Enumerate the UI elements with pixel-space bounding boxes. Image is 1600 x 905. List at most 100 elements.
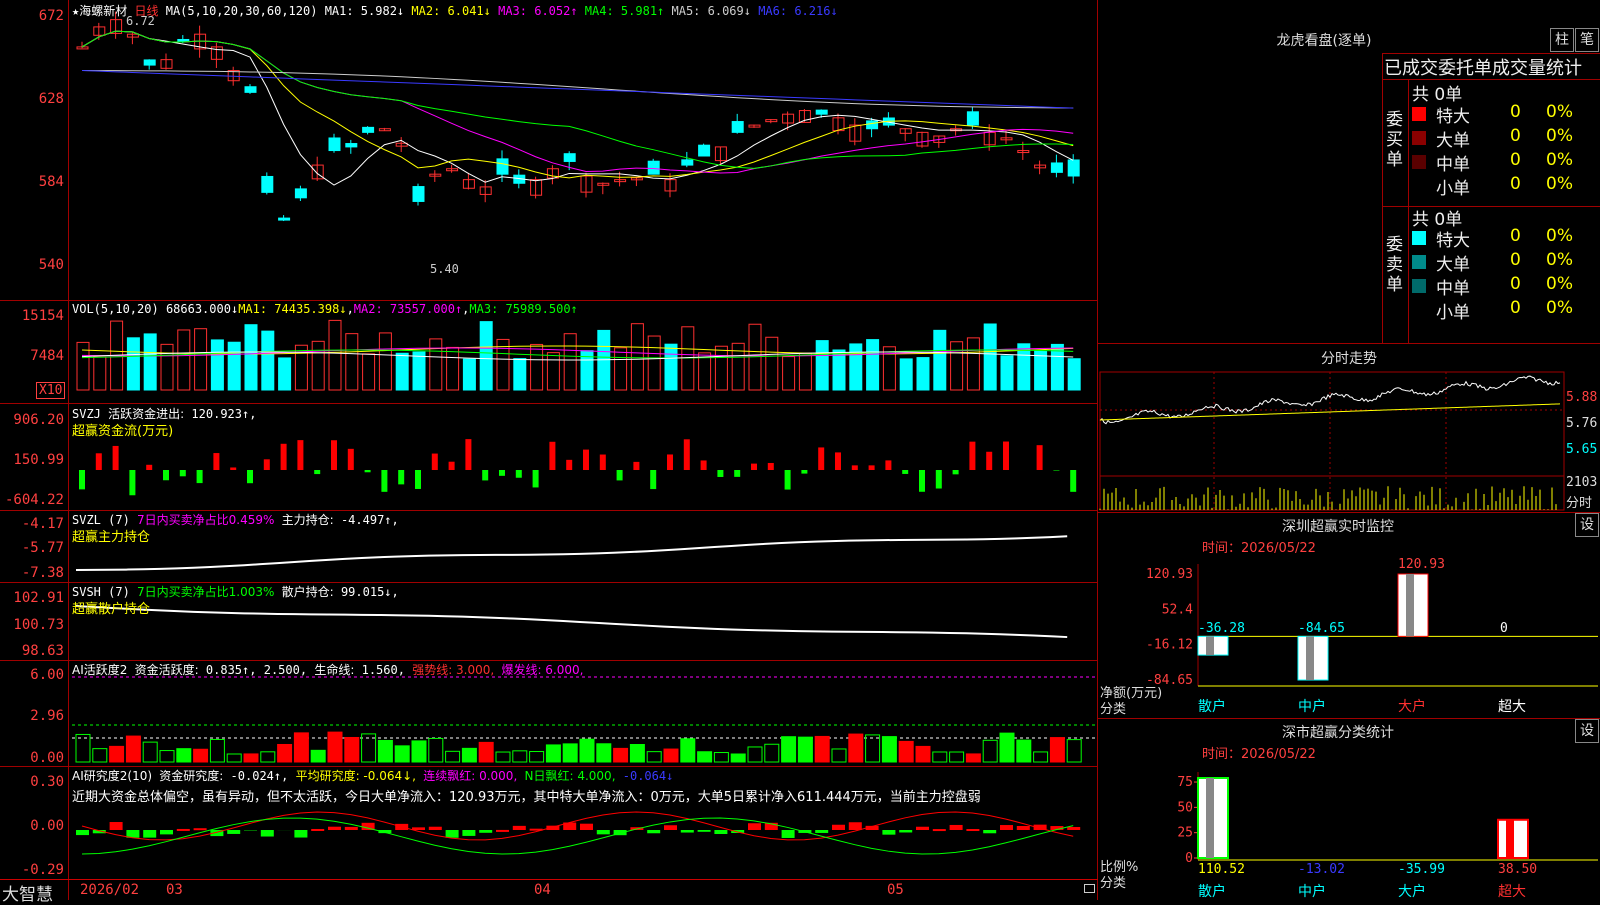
- retail-holding-line: [76, 606, 1067, 637]
- volume-bar: [1068, 359, 1080, 390]
- ai-active-y-label: 2.96: [0, 708, 64, 724]
- research-bar: [294, 830, 307, 838]
- research-bar: [681, 830, 694, 833]
- ai-research-avg: 平均研究度: -0.064↓,: [296, 769, 416, 783]
- activity-bar: [1034, 752, 1048, 762]
- class-value-label: 110.52: [1198, 862, 1245, 877]
- fund-flow-bar: [667, 454, 673, 470]
- app-logo: 大智慧: [2, 880, 53, 905]
- volume-bar: [144, 334, 156, 390]
- activity-bar: [815, 736, 829, 762]
- activity-bar: [1067, 740, 1081, 762]
- fund-flow-bar: [684, 439, 690, 470]
- ai-research-y-label: -0.29: [0, 862, 64, 878]
- fund-flow-bar: [180, 470, 186, 476]
- ai-research-header: AI研究度2(10) 资金研究度: -0.024↑, 平均研究度: -0.064…: [72, 767, 673, 784]
- activity-bar: [496, 752, 510, 762]
- ai-life-value: 1.560,: [362, 663, 405, 677]
- volume-bar: [799, 353, 811, 390]
- fund-flow-bar: [264, 459, 270, 470]
- volume-bar: [900, 359, 912, 390]
- activity-bar: [126, 736, 140, 762]
- volume-bar: [480, 322, 492, 390]
- research-bar: [950, 825, 963, 830]
- research-bar: [1017, 826, 1030, 830]
- research-bar: [647, 830, 660, 833]
- volume-bar: [631, 324, 643, 390]
- research-bar: [345, 827, 358, 830]
- svzj-name: SVZJ: [72, 407, 101, 421]
- monitor-value-label: 0: [1500, 621, 1508, 636]
- activity-bar: [849, 734, 863, 762]
- activity-bar: [378, 740, 392, 762]
- fund-flow-bar: [600, 455, 606, 470]
- main-chart-area[interactable]: ★海螺新材 日线 MA(5,10,20,30,60,120) MA1: 5.98…: [0, 0, 1098, 900]
- candle: [1018, 151, 1029, 153]
- research-bar: [412, 827, 425, 830]
- volume-bar: [262, 331, 274, 390]
- candle: [732, 122, 743, 133]
- volume-bar: [816, 341, 828, 390]
- class-category-label: 超大: [1498, 884, 1526, 900]
- class-bar-shade: [1506, 820, 1514, 858]
- research-bar: [328, 827, 341, 830]
- price-y-label: 540: [0, 257, 64, 273]
- activity-bar: [76, 734, 90, 762]
- ai-life-label: 生命线:: [314, 663, 354, 677]
- research-bar: [160, 830, 173, 834]
- ma-params: MA(5,10,20,30,60,120): [166, 4, 318, 18]
- volume-bar: [665, 344, 677, 390]
- activity-bar: [866, 735, 880, 762]
- price-low-mark: 5.40: [430, 262, 459, 276]
- research-bar: [698, 830, 711, 832]
- candle: [648, 161, 659, 174]
- candle: [564, 154, 575, 162]
- activity-bar: [294, 733, 308, 762]
- activity-bar: [597, 744, 611, 762]
- activity-bar: [563, 744, 577, 762]
- lock-icon[interactable]: [1084, 884, 1095, 893]
- class-category-label: 大户: [1398, 883, 1426, 900]
- fund-flow-bar: [566, 460, 572, 470]
- volume-bar: [514, 359, 526, 390]
- activity-bar: [462, 748, 476, 762]
- activity-bar: [899, 741, 913, 762]
- fund-flow-bar: [163, 470, 169, 480]
- candle: [1051, 163, 1062, 172]
- research-bar: [782, 830, 795, 838]
- vol-title: VOL(5,10,20): [72, 302, 159, 316]
- monitor-value-label: -84.65: [1298, 621, 1345, 636]
- ma-line: [82, 31, 1073, 178]
- class-value-label: 38.50: [1498, 862, 1537, 877]
- volume-bar: [447, 347, 459, 390]
- class-value-label: -35.99: [1398, 862, 1445, 877]
- fund-flow-bar: [818, 447, 824, 470]
- fund-flow-bar: [348, 449, 354, 470]
- volume-bar: [245, 325, 257, 390]
- fund-flow-bar: [281, 444, 287, 470]
- fund-flow-bar: [297, 440, 303, 470]
- activity-bar: [479, 742, 493, 762]
- svzl-name: SVZL (7): [72, 513, 130, 527]
- fund-flow-bar: [499, 470, 505, 476]
- fund-flow-bar: [113, 446, 119, 470]
- monitor-category-label: 超大: [1498, 699, 1526, 715]
- right-panel: 龙虎看盘(逐单) 柱 笔 已成交委托单成交量统计 委买单 共 0单 特大00%大…: [1098, 0, 1600, 900]
- volume-bar: [833, 350, 845, 390]
- fund-flow-bar: [751, 464, 757, 470]
- svzj-y-label: 906.20: [0, 412, 64, 428]
- fund-flow-bar: [398, 470, 404, 484]
- panel-divider: [0, 300, 1098, 301]
- stock-name[interactable]: 海螺新材: [79, 4, 127, 18]
- candle: [363, 127, 374, 132]
- volume-bar: [77, 342, 89, 390]
- class-value-label: -13.02: [1298, 862, 1345, 877]
- activity-bar: [311, 750, 325, 762]
- vol-unit-badge: X10: [36, 382, 65, 399]
- volume-bar: [699, 353, 711, 390]
- research-bar: [1067, 827, 1080, 830]
- vol-ma1: MA1: 74435.398↓: [238, 302, 346, 316]
- monitor-y-label: 120.93: [1146, 567, 1193, 582]
- monitor-y-label: -84.65: [1146, 673, 1193, 688]
- fund-flow-bar: [432, 454, 438, 470]
